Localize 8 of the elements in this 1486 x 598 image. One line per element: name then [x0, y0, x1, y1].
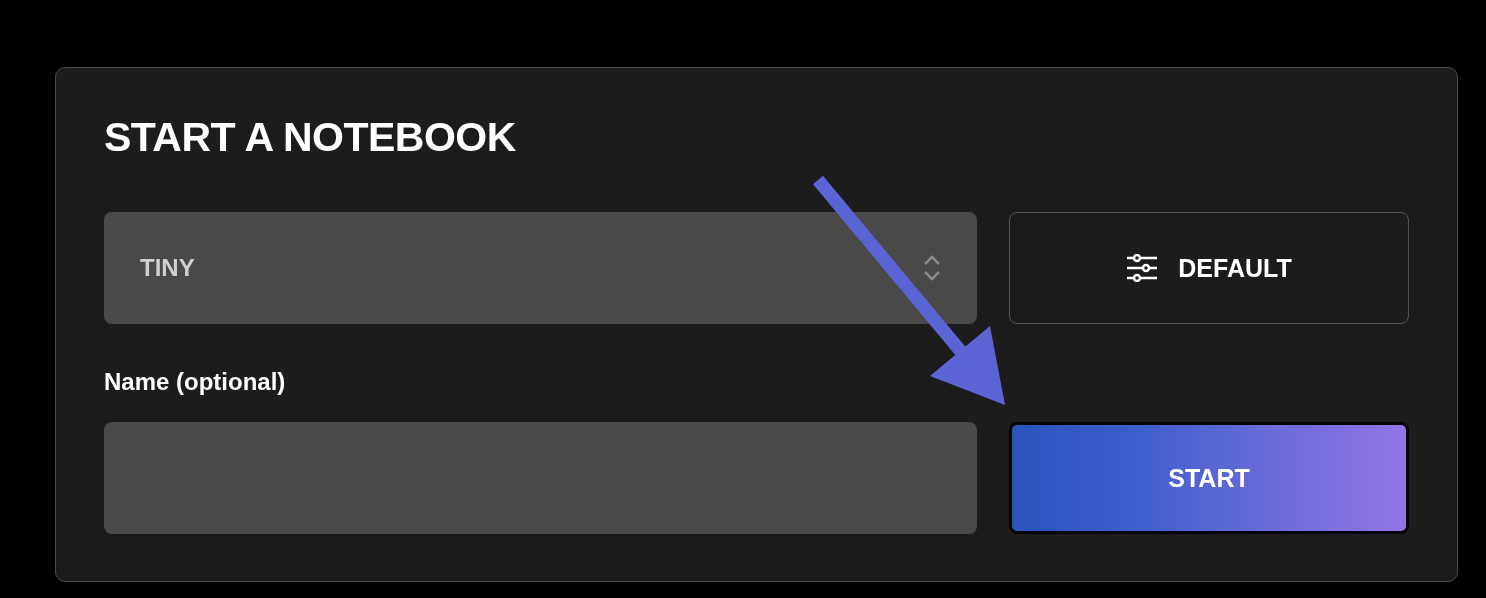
chevron-updown-icon [923, 255, 941, 281]
sliders-icon [1126, 254, 1159, 282]
card-title: START A NOTEBOOK [104, 114, 516, 160]
name-input[interactable] [104, 422, 977, 534]
start-button[interactable]: START [1009, 422, 1409, 534]
config-button[interactable]: DEFAULT [1009, 212, 1409, 324]
size-select[interactable]: TINY [104, 212, 977, 324]
field-label: Name (optional) [104, 368, 286, 396]
